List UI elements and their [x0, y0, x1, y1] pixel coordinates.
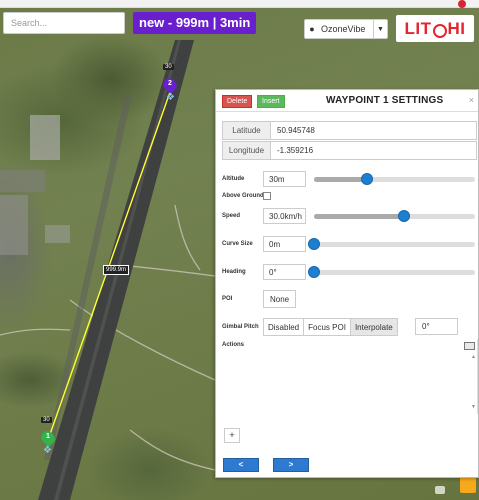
heading-input[interactable]: 0°	[263, 264, 306, 280]
altitude-slider[interactable]	[314, 173, 475, 185]
altitude-label: Altitude	[222, 176, 245, 182]
slider-handle[interactable]	[308, 238, 320, 250]
chevron-down-icon[interactable]: ▼	[373, 20, 387, 38]
poi-select-button[interactable]: None	[263, 290, 297, 308]
slider-fill	[314, 214, 405, 219]
search-input[interactable]: Search...	[3, 12, 125, 34]
insert-button[interactable]: Insert	[257, 95, 285, 108]
slider-handle[interactable]	[361, 173, 374, 185]
above-ground-label: Above Ground	[222, 193, 264, 199]
user-icon: ●	[309, 24, 315, 34]
hangar	[30, 115, 60, 160]
map-road	[119, 264, 216, 277]
gimbal-option-interpolate[interactable]: Interpolate	[349, 318, 398, 336]
litchi-logo: LIT HI	[396, 15, 474, 42]
actions-list: Actions ▲ ▼	[222, 339, 478, 414]
latitude-label: Latitude	[223, 122, 271, 139]
panel-header: Delete Insert WAYPOINT 1 SETTINGS ×	[216, 90, 478, 112]
building-cluster	[0, 195, 28, 255]
distance-label: 999.9m	[103, 265, 130, 275]
scroll-down-icon[interactable]: ▼	[471, 404, 476, 410]
building	[45, 225, 70, 243]
notification-dot	[458, 0, 466, 8]
user-menu-button[interactable]: ● OzoneVibe ▼	[304, 19, 388, 39]
heading-label: Heading	[222, 269, 246, 275]
gimbal-option-focus-poi[interactable]: Focus POI	[303, 318, 351, 336]
slider-handle[interactable]	[308, 266, 320, 278]
close-icon[interactable]: ×	[469, 95, 474, 105]
altitude-input[interactable]: 30m	[263, 171, 306, 187]
heading-slider[interactable]	[308, 266, 475, 278]
heading-arrow-icon: ❖	[43, 445, 52, 456]
actions-label: Actions	[222, 342, 245, 348]
speed-label: Speed	[222, 213, 241, 219]
mission-summary-banner: new - 999m | 3min	[133, 12, 257, 34]
latitude-input[interactable]: 50.945748	[271, 122, 476, 139]
poi-label: POI	[222, 296, 233, 302]
gimbal-mode-segmented-control: Disabled Focus POI Interpolate	[263, 318, 398, 336]
logo-o-icon	[432, 23, 447, 38]
waypoint-settings-panel: Delete Insert WAYPOINT 1 SETTINGS × Lati…	[215, 89, 479, 478]
gimbal-pitch-label: Gimbal Pitch	[222, 324, 259, 330]
next-waypoint-button[interactable]: >	[273, 458, 309, 472]
longitude-field: Longitude -1.359216	[222, 141, 477, 160]
scroll-up-icon[interactable]: ▲	[471, 354, 476, 360]
longitude-input[interactable]: -1.359216	[271, 142, 476, 159]
heading-arrow-icon: ❖	[166, 92, 175, 103]
latitude-field: Latitude 50.945748	[222, 121, 477, 140]
delete-button[interactable]: Delete	[222, 95, 253, 108]
slider-fill	[314, 177, 368, 182]
speed-input[interactable]: 30.0km/h	[263, 208, 306, 224]
altitude-tag: 30	[41, 417, 52, 423]
panel-title: WAYPOINT 1 SETTINGS	[326, 95, 444, 106]
user-name: OzoneVibe	[321, 24, 366, 34]
previous-waypoint-button[interactable]: <	[223, 458, 259, 472]
map-road	[0, 328, 71, 336]
browser-strip	[0, 0, 479, 8]
curve-size-slider[interactable]	[308, 238, 475, 250]
logo-text-start: LIT	[404, 18, 432, 38]
curve-size-input[interactable]: 0m	[263, 236, 306, 252]
speed-slider[interactable]	[314, 210, 475, 222]
logo-text-end: HI	[447, 18, 466, 38]
altitude-tag: 30	[163, 64, 174, 70]
longitude-label: Longitude	[223, 142, 271, 159]
map-road	[129, 429, 216, 471]
parking-area	[0, 170, 45, 192]
above-ground-checkbox[interactable]	[263, 192, 271, 200]
waypoint-number: 1	[46, 433, 50, 440]
map-road	[174, 204, 201, 271]
slider-handle[interactable]	[398, 210, 411, 222]
gimbal-option-disabled[interactable]: Disabled	[263, 318, 305, 336]
curve-size-label: Curve Size	[222, 241, 253, 247]
gimbal-pitch-input[interactable]: 0°	[415, 318, 458, 335]
waypoint-number: 2	[168, 80, 172, 87]
add-action-button[interactable]: +	[224, 428, 240, 443]
photo-icon[interactable]	[464, 342, 475, 350]
map-layers-icon[interactable]	[435, 486, 445, 494]
